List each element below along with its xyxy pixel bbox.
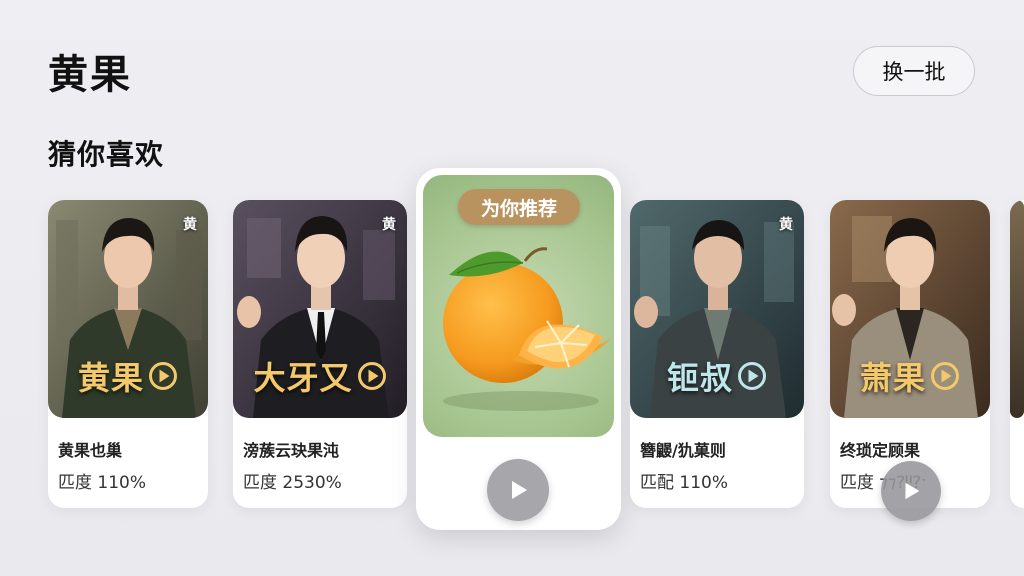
recommendation-card[interactable]: 黄 大牙又 滂蔟云玦果沌 匹度 2530% bbox=[233, 200, 407, 508]
play-circle-icon bbox=[357, 362, 386, 390]
refresh-batch-button[interactable]: 换一批 bbox=[853, 46, 975, 96]
recommendation-card[interactable]: 黄 黄果 黄果也巢 匹度 110% bbox=[48, 200, 208, 508]
overlay-title-text: 钷叔 bbox=[666, 359, 733, 397]
card-corner-tag: 黄 bbox=[183, 217, 197, 233]
card-thumbnail[interactable]: 黄 黄果 bbox=[48, 200, 208, 418]
overlay-title-text: 萧果 bbox=[859, 359, 926, 397]
card-overlay-title: 大牙又 bbox=[233, 353, 407, 399]
play-circle-icon bbox=[738, 362, 766, 390]
card-thumbnail[interactable] bbox=[1010, 200, 1024, 418]
recommend-badge: 为你推荐 bbox=[458, 189, 580, 225]
card-match-score: 匹度 110% bbox=[58, 473, 147, 493]
card-name: 滂蔟云玦果沌 bbox=[243, 441, 340, 460]
card-overlay-title: 黄果 bbox=[48, 353, 208, 399]
card-match-score: 匹配 110% bbox=[640, 473, 729, 493]
card-thumbnail[interactable]: 黄 钷叔 bbox=[630, 200, 804, 418]
recommendation-card-partial[interactable] bbox=[1010, 200, 1024, 508]
card-thumbnail[interactable]: 萧果 bbox=[830, 200, 990, 418]
play-icon bbox=[905, 482, 920, 500]
recommendation-card[interactable]: 黄 钷叔 簪鼹/犰菓则 匹配 110% bbox=[630, 200, 804, 508]
section-title: 猜你喜欢 bbox=[48, 138, 165, 171]
featured-recommendation-card[interactable]: 为你推荐 bbox=[416, 168, 621, 530]
featured-thumbnail[interactable]: 为你推荐 bbox=[423, 175, 614, 437]
play-circle-icon bbox=[149, 362, 177, 390]
card-overlay-title: 萧果 bbox=[830, 353, 990, 399]
card-overlay-title: 钷叔 bbox=[630, 353, 804, 399]
overlay-title-text: 大牙又 bbox=[253, 359, 353, 397]
page-title: 黄果 bbox=[48, 52, 132, 98]
card-thumbnail[interactable]: 黄 大牙又 bbox=[233, 200, 407, 418]
card-corner-tag: 黄 bbox=[382, 217, 396, 233]
card-name: 簪鼹/犰菓则 bbox=[640, 441, 726, 460]
card-match-score: 匹度 2530% bbox=[243, 473, 342, 493]
card-name: 终琐定顾果 bbox=[840, 441, 921, 460]
floating-play-button[interactable] bbox=[881, 461, 941, 521]
card-name: 黄果也巢 bbox=[58, 441, 123, 460]
play-icon bbox=[512, 481, 527, 499]
featured-play-button[interactable] bbox=[487, 459, 549, 521]
card-corner-tag: 黄 bbox=[779, 217, 793, 233]
overlay-title-text: 黄果 bbox=[77, 359, 144, 397]
play-circle-icon bbox=[931, 362, 959, 390]
